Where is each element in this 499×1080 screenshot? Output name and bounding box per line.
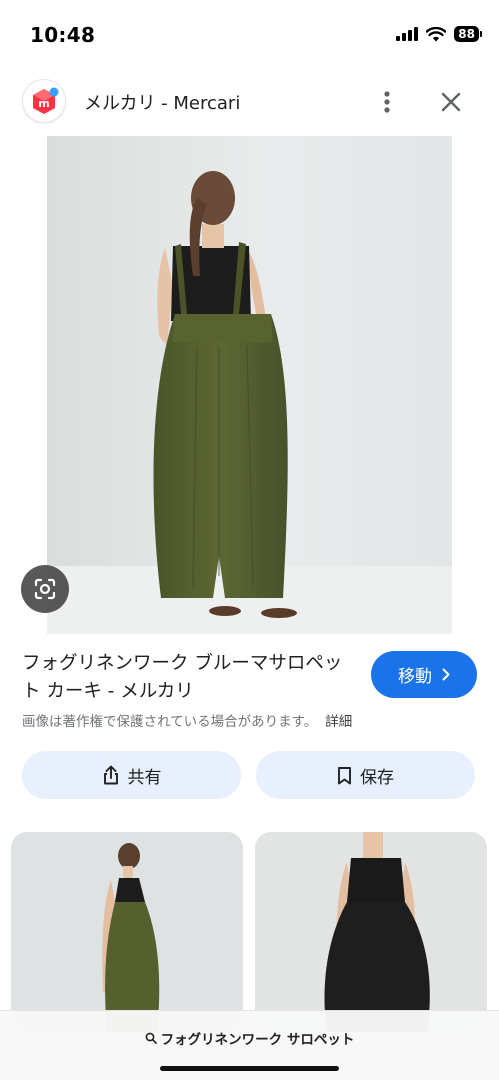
save-button[interactable]: 保存	[256, 751, 475, 799]
google-lens-icon	[34, 578, 56, 600]
close-icon	[441, 92, 461, 112]
product-image[interactable]	[47, 136, 452, 634]
search-icon	[145, 1032, 157, 1044]
share-label: 共有	[127, 767, 162, 788]
close-button[interactable]	[434, 85, 468, 119]
search-query-text: フォグリネンワーク サロペット	[160, 1032, 355, 1048]
result-title[interactable]: フォグリネンワーク ブルーマサロペット カーキ - メルカリ	[22, 650, 357, 706]
bottom-search-bar[interactable]: フォグリネンワーク サロペット	[0, 1010, 499, 1080]
signal-icon	[396, 27, 419, 41]
copyright-text: 画像は著作権で保護されている場合があります。	[22, 714, 318, 730]
status-icons: 88	[396, 26, 482, 42]
site-header: m メルカリ - Mercari	[0, 76, 499, 128]
related-image-card[interactable]	[255, 832, 487, 1032]
bookmark-icon	[338, 766, 351, 784]
wifi-icon	[426, 26, 447, 41]
share-icon	[103, 765, 118, 785]
copyright-note: 画像は著作権で保護されている場合があります。 詳細	[22, 710, 352, 730]
status-bar: 10:48 88	[0, 0, 499, 66]
mercari-logo-icon[interactable]: m	[22, 79, 66, 123]
related-image-black	[255, 832, 487, 1032]
visit-button[interactable]: 移動	[371, 651, 477, 698]
google-lens-button[interactable]	[21, 565, 69, 613]
detail-link[interactable]: 詳細	[325, 714, 352, 730]
save-label: 保存	[360, 767, 394, 788]
visit-label: 移動	[398, 667, 432, 687]
related-image-card[interactable]	[11, 832, 243, 1032]
mercari-logo-letter: m	[38, 97, 49, 110]
battery-icon: 88	[454, 26, 482, 42]
status-time: 10:48	[30, 23, 96, 47]
share-button[interactable]: 共有	[22, 751, 241, 799]
product-photo	[47, 136, 452, 634]
chevron-right-icon	[442, 668, 450, 681]
home-indicator[interactable]	[160, 1066, 339, 1071]
site-name[interactable]: メルカリ - Mercari	[84, 89, 240, 115]
more-vert-icon	[384, 91, 390, 113]
search-query[interactable]: フォグリネンワーク サロペット	[0, 1028, 499, 1048]
related-image-khaki	[11, 832, 243, 1032]
more-options-button[interactable]	[372, 85, 402, 119]
